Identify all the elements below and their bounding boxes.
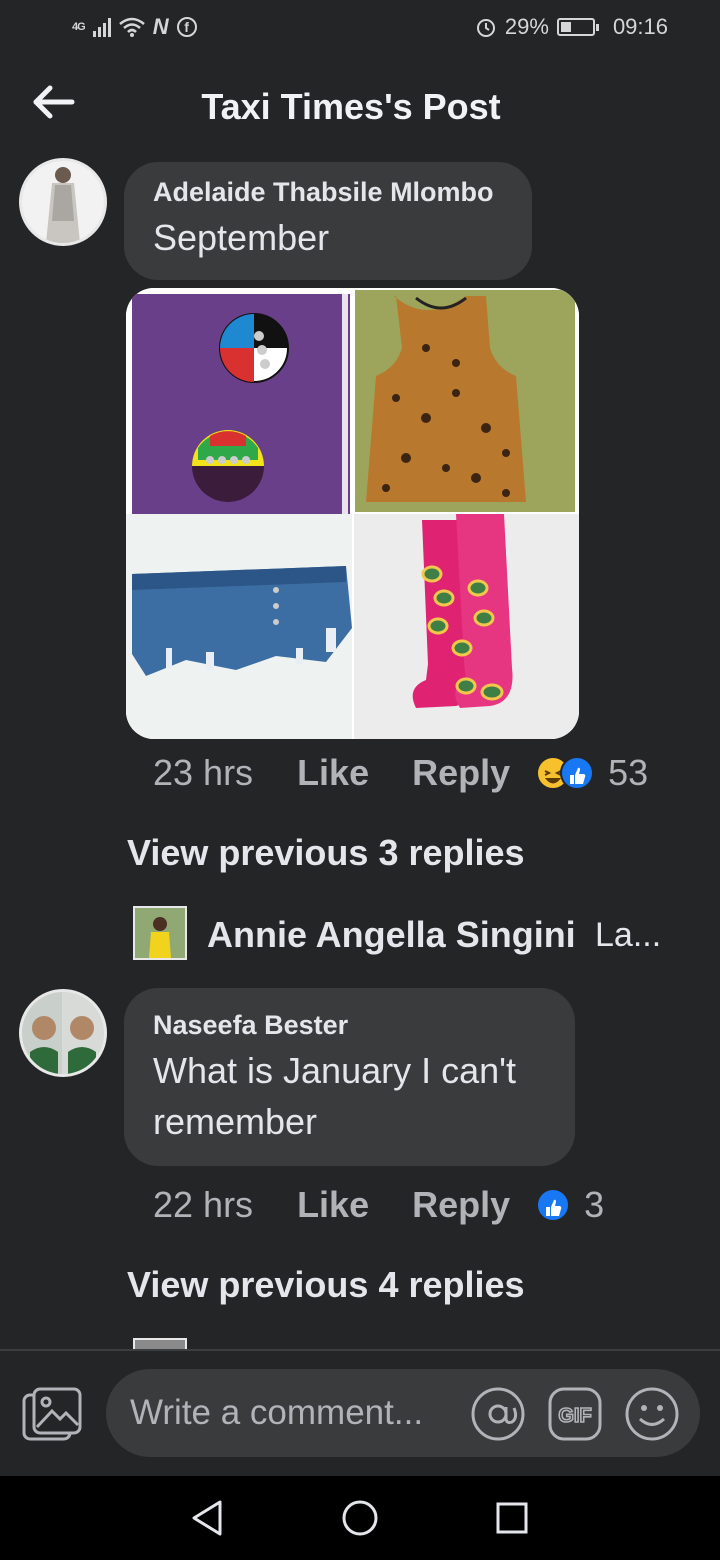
like-button[interactable]: Like	[297, 1184, 369, 1226]
reply-button[interactable]: Reply	[412, 752, 510, 794]
page-title: Taxi Times's Post	[201, 86, 501, 127]
comment-text: September	[153, 217, 330, 258]
latest-reply[interactable]: Annie Angella Singini La...	[133, 906, 693, 962]
nfc-icon: N	[152, 14, 169, 39]
alarm-icon	[476, 19, 495, 37]
reaction-count[interactable]: 53	[608, 752, 648, 794]
post-header: Taxi Times's Post	[0, 70, 720, 146]
reply-button[interactable]: Reply	[412, 1184, 510, 1226]
avatar[interactable]	[19, 158, 107, 246]
reply-preview: La...	[595, 916, 662, 954]
comment-time[interactable]: 23 hrs	[153, 752, 253, 794]
comment-image[interactable]	[126, 288, 579, 739]
view-previous-replies[interactable]: View previous 4 replies	[127, 1264, 525, 1306]
like-button[interactable]: Like	[297, 752, 369, 794]
signal-icon	[92, 17, 111, 37]
status-bar: 4G N f 29% 09:16	[0, 0, 720, 56]
view-previous-replies[interactable]: View previous 3 replies	[127, 832, 525, 874]
battery-icon	[556, 18, 599, 36]
comment-meta: 22 hrs Like Reply 3	[153, 1184, 604, 1226]
facebook-notification-icon: f	[176, 17, 197, 37]
comment-bubble: Adelaide Thabsile Mlombo September	[124, 162, 532, 280]
gif-icon[interactable]: GIF	[547, 1386, 603, 1442]
network-type: 4G	[72, 21, 86, 33]
like-reaction-icon	[536, 1188, 571, 1222]
battery-percent: 29%	[504, 14, 549, 39]
avatar	[133, 906, 187, 960]
avatar	[133, 1338, 187, 1349]
svg-text:GIF: GIF	[558, 1405, 591, 1427]
comment-input-container: GIF	[106, 1369, 700, 1457]
comment-bubble: Naseefa Bester What is January I can't r…	[124, 988, 575, 1166]
comment-time[interactable]: 22 hrs	[153, 1184, 253, 1226]
avatar[interactable]	[19, 989, 107, 1077]
back-nav-icon[interactable]	[188, 1498, 228, 1538]
comment-author[interactable]: Adelaide Thabsile Mlombo	[153, 177, 494, 208]
comment-composer: GIF	[0, 1351, 720, 1475]
reactions[interactable]	[536, 756, 595, 790]
home-nav-icon[interactable]	[340, 1498, 380, 1538]
recents-nav-icon[interactable]	[492, 1498, 532, 1538]
photo-icon[interactable]	[20, 1385, 84, 1443]
system-nav-bar	[0, 1476, 720, 1560]
reaction-count[interactable]: 3	[584, 1184, 604, 1226]
comment-text-line1: What is January I can't	[153, 1050, 517, 1091]
emoji-icon[interactable]	[624, 1386, 680, 1442]
comment-text-line2: remember	[153, 1101, 318, 1142]
like-reaction-icon	[560, 756, 595, 790]
reply-author[interactable]: Annie Angella Singini	[207, 914, 576, 956]
mention-icon[interactable]	[470, 1386, 526, 1442]
clock: 09:16	[612, 14, 668, 39]
comment-author[interactable]: Naseefa Bester	[153, 1010, 348, 1041]
reactions[interactable]	[536, 1188, 571, 1222]
comment-meta: 23 hrs Like Reply 53	[153, 752, 648, 794]
comment-input[interactable]	[130, 1389, 470, 1437]
wifi-icon	[118, 17, 145, 37]
